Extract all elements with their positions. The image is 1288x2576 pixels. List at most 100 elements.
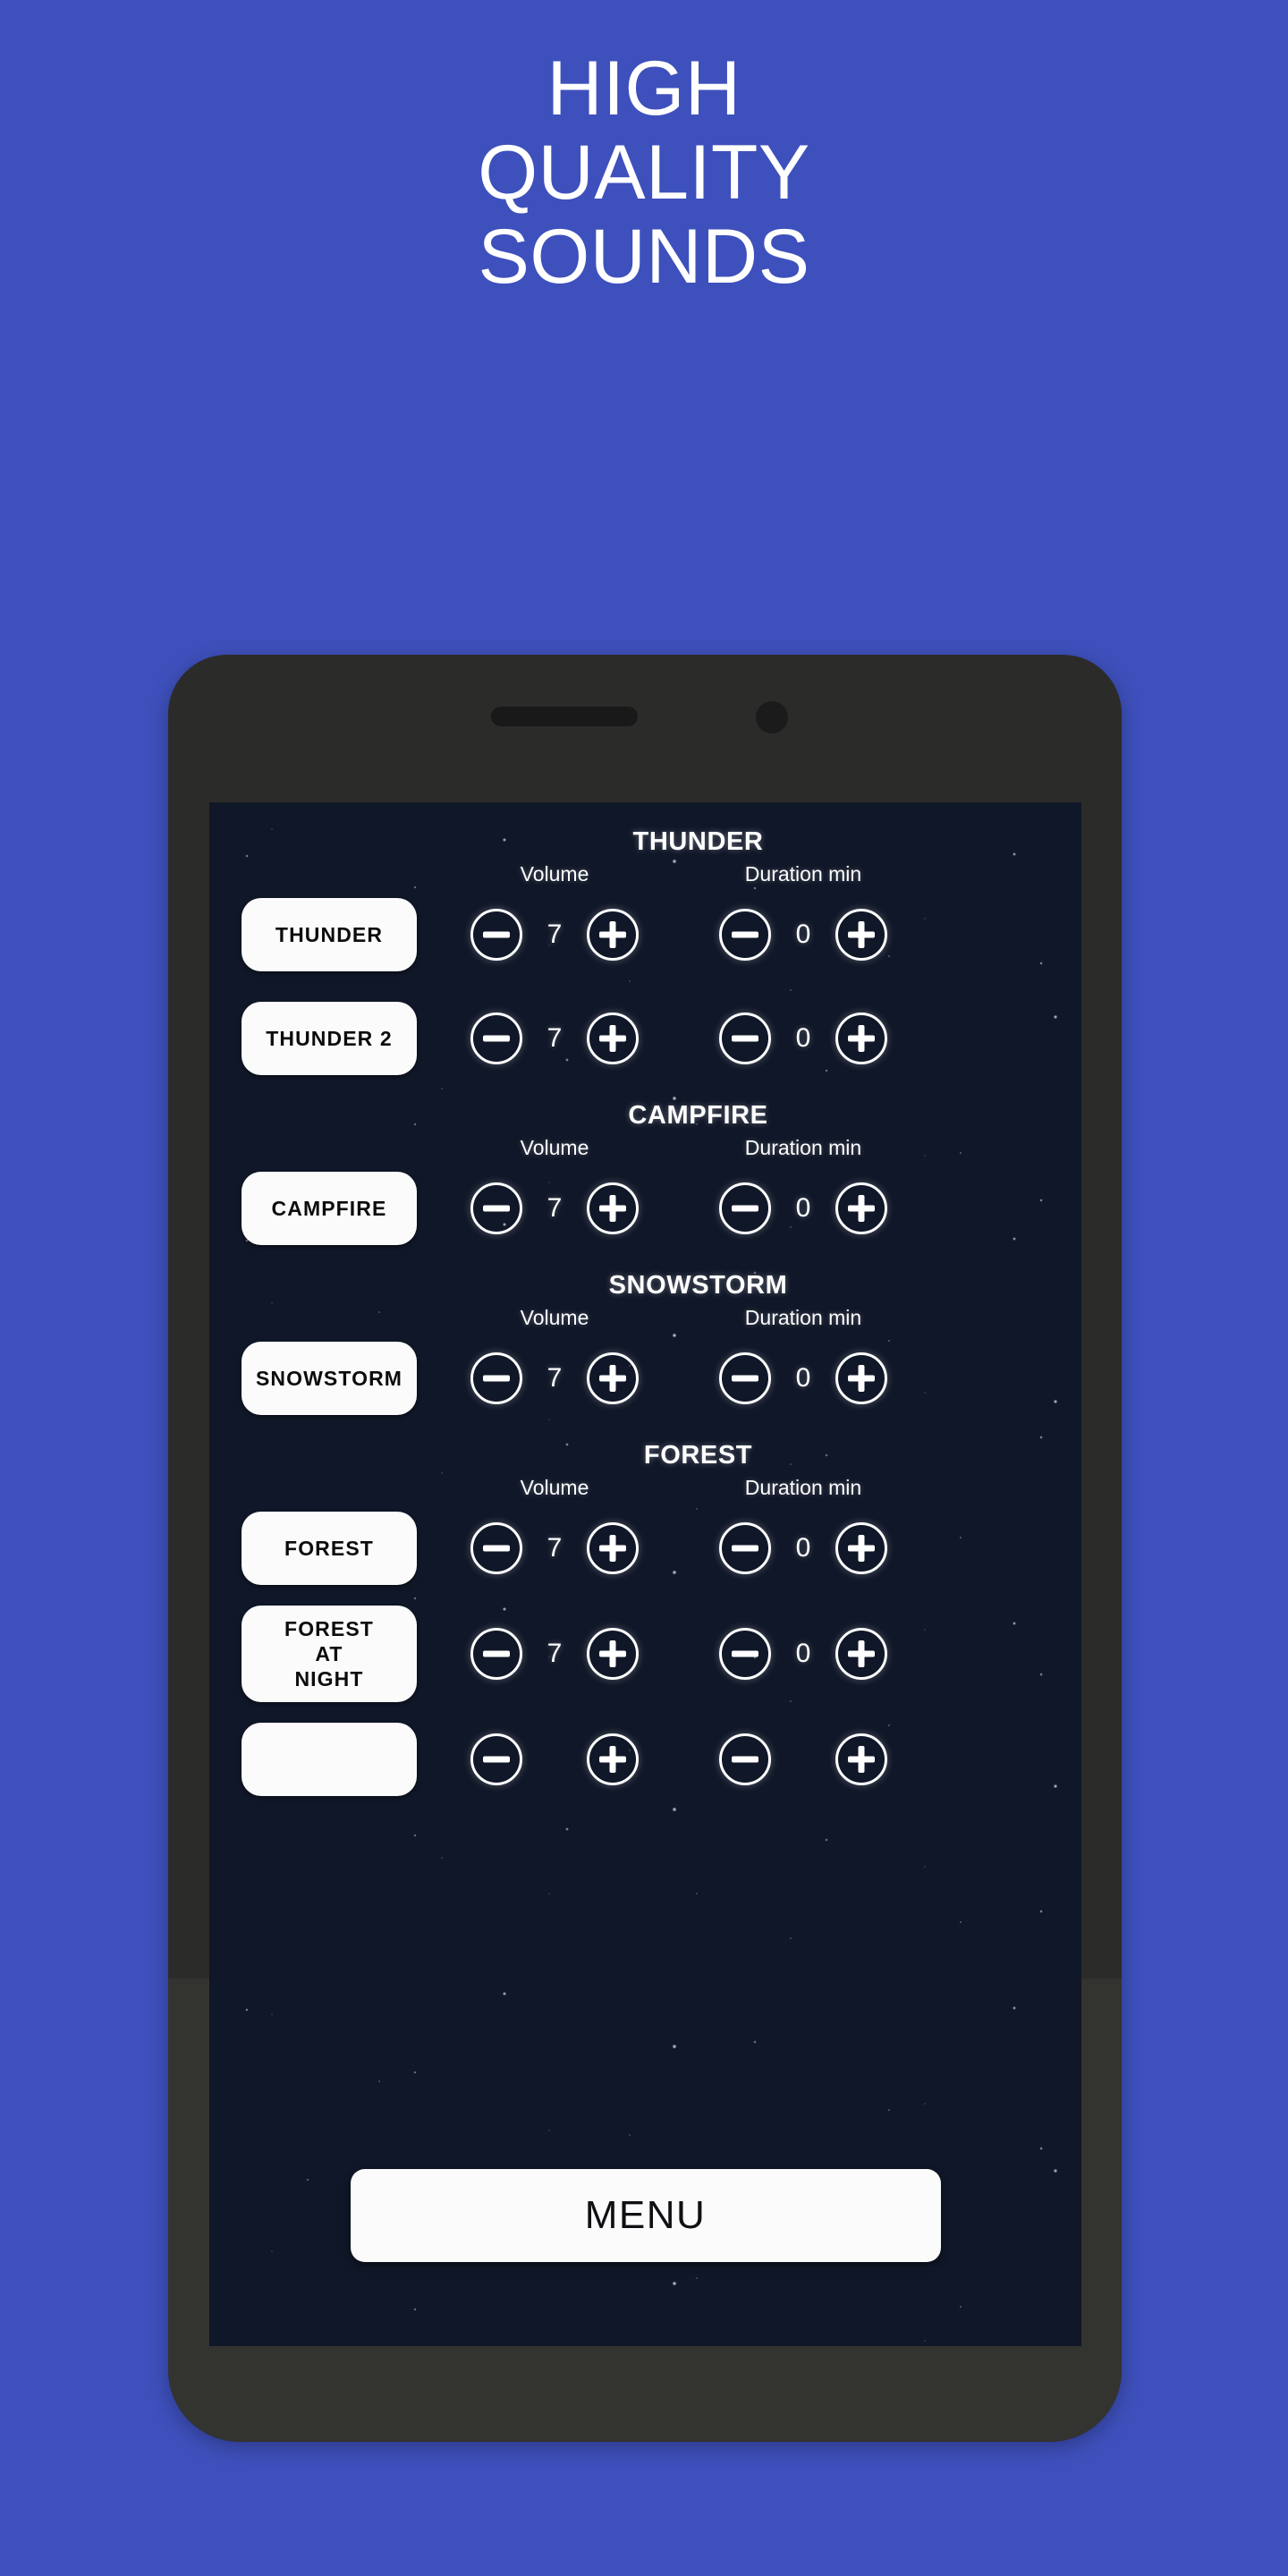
sound-play-button[interactable]: SNOWSTORM [242,1342,417,1415]
volume-increment-button[interactable] [587,1628,639,1681]
volume-decrement-button[interactable] [470,1628,522,1681]
duration-increment-button[interactable] [835,1352,887,1404]
sound-row: CAMPFIRE 7 0 [209,1162,1081,1255]
duration-column-label: Duration min [744,862,862,886]
duration-decrement-button[interactable] [719,1013,771,1064]
volume-column-label: Volume [520,862,589,886]
speaker-grill-icon [491,707,638,726]
volume-stepper [440,1733,669,1786]
sound-play-button[interactable]: FOREST AT NIGHT [242,1606,417,1703]
volume-increment-button[interactable] [587,1733,639,1786]
menu-bar: MENU [209,2169,1081,2262]
duration-decrement-button[interactable] [719,1522,771,1574]
stepper-group: 70 [440,1352,918,1404]
volume-increment-button[interactable] [587,1522,639,1574]
duration-increment-button[interactable] [835,1522,887,1574]
sound-row: SNOWSTORM 7 0 [209,1332,1081,1425]
volume-value: 7 [547,1639,563,1669]
stepper-group: 70 [440,1628,918,1681]
volume-column-label: Volume [520,1476,589,1499]
duration-column-label: Duration min [744,1136,862,1159]
column-labels: Volume Duration min [209,862,1081,886]
volume-decrement-button[interactable] [470,909,522,961]
duration-stepper: 0 [689,1013,918,1064]
column-labels: Volume Duration min [209,1476,1081,1500]
volume-increment-button[interactable] [587,1182,639,1234]
duration-decrement-button[interactable] [719,1352,771,1404]
volume-decrement-button[interactable] [470,1013,522,1064]
sound-play-button[interactable]: THUNDER [242,898,417,971]
duration-stepper: 0 [689,1182,918,1234]
duration-stepper: 0 [689,1352,918,1404]
duration-value: 0 [795,1193,811,1223]
duration-stepper: 0 [689,1628,918,1681]
phone-mockup: THUNDER Volume Duration min THUNDER 7 0 THUNDE… [168,655,1122,2442]
headline-line-3: SOUNDS [478,214,810,300]
volume-decrement-button[interactable] [470,1733,522,1786]
headline-line-2: QUALITY [478,130,810,216]
duration-stepper: 0 [689,909,918,961]
duration-decrement-button[interactable] [719,1182,771,1234]
duration-value: 0 [795,1363,811,1393]
duration-increment-button[interactable] [835,1013,887,1064]
volume-value: 7 [547,1363,563,1393]
sound-play-button[interactable]: FOREST [242,1512,417,1585]
volume-stepper: 7 [440,909,669,961]
section-title: SNOWSTORM [608,1271,788,1300]
duration-column-label: Duration min [744,1306,862,1329]
sound-play-button[interactable]: CAMPFIRE [242,1172,417,1245]
menu-button[interactable]: MENU [350,2169,941,2262]
duration-increment-button[interactable] [835,909,887,961]
volume-column-label: Volume [520,1306,589,1329]
sound-row: FOREST 7 0 [209,1502,1081,1595]
headline-line-1: HIGH [547,46,741,131]
duration-increment-button[interactable] [835,1182,887,1234]
section-title: THUNDER [632,827,764,856]
stepper-group: 70 [440,1522,918,1574]
duration-value: 0 [795,1639,811,1669]
volume-value: 7 [547,1193,563,1223]
stepper-group: 70 [440,1182,918,1234]
duration-column-label: Duration min [744,1476,862,1499]
volume-decrement-button[interactable] [470,1522,522,1574]
duration-increment-button[interactable] [835,1733,887,1786]
sound-play-button[interactable]: THUNDER 2 [242,1002,417,1075]
stepper-group: 70 [440,909,918,961]
sound-row: THUNDER 2 70 [209,992,1081,1085]
front-camera-icon [756,701,788,733]
volume-stepper: 7 [440,1013,669,1064]
volume-decrement-button[interactable] [470,1352,522,1404]
duration-value: 0 [795,1533,811,1563]
duration-decrement-button[interactable] [719,909,771,961]
volume-increment-button[interactable] [587,1013,639,1064]
duration-stepper [689,1733,918,1786]
volume-stepper: 7 [440,1628,669,1681]
sound-row: FOREST AT NIGHT 7 0 [209,1606,1081,1703]
sound-row [209,1713,1081,1806]
duration-decrement-button[interactable] [719,1733,771,1786]
sound-row: THUNDER 7 0 [209,888,1081,981]
phone-screen: THUNDER Volume Duration min THUNDER 7 0 THUNDE… [209,802,1081,2346]
duration-stepper: 0 [689,1522,918,1574]
duration-increment-button[interactable] [835,1628,887,1681]
column-labels: Volume Duration min [209,1136,1081,1160]
sound-list-scroll[interactable]: THUNDER Volume Duration min THUNDER 7 0 THUNDE… [209,802,1081,2346]
duration-value: 0 [795,919,811,949]
stepper-group: 70 [440,1013,918,1064]
volume-stepper: 7 [440,1352,669,1404]
volume-value: 7 [547,919,563,949]
page-headline: HIGH QUALITY SOUNDS [0,47,1288,299]
volume-stepper: 7 [440,1522,669,1574]
duration-decrement-button[interactable] [719,1628,771,1681]
volume-value: 7 [547,1533,563,1563]
column-labels: Volume Duration min [209,1306,1081,1330]
volume-increment-button[interactable] [587,1352,639,1404]
volume-column-label: Volume [520,1136,589,1159]
stepper-group [440,1733,918,1786]
section-title: FOREST [643,1441,753,1470]
volume-stepper: 7 [440,1182,669,1234]
sound-play-button[interactable] [242,1723,417,1797]
volume-decrement-button[interactable] [470,1182,522,1234]
volume-increment-button[interactable] [587,909,639,961]
section-title: CAMPFIRE [628,1101,768,1130]
